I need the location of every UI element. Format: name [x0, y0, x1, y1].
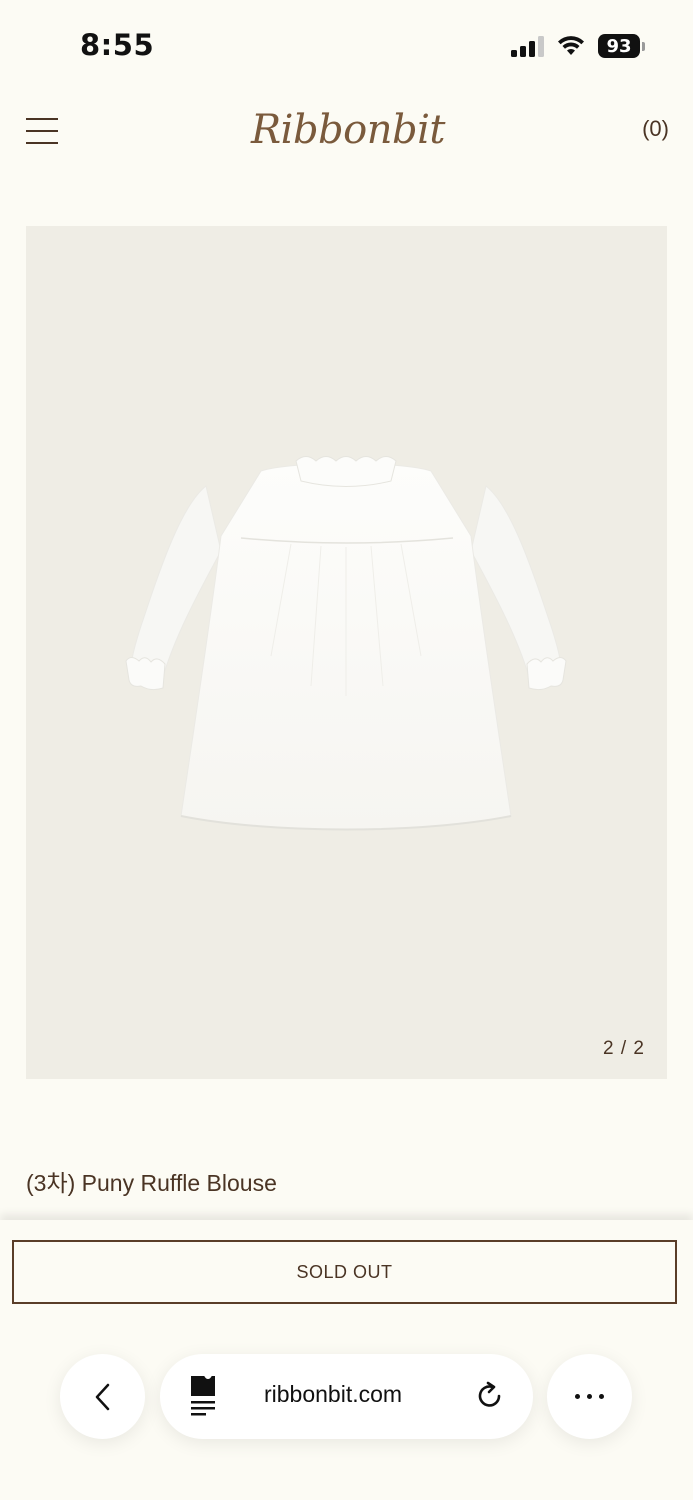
- brand-logo[interactable]: Ribbonbit: [240, 94, 456, 166]
- hamburger-menu-icon: [26, 118, 58, 120]
- battery-icon: 93: [598, 34, 645, 58]
- sold-out-button[interactable]: SOLD OUT: [12, 1240, 677, 1304]
- address-bar[interactable]: ribbonbit.com: [160, 1354, 533, 1439]
- url-text: ribbonbit.com: [264, 1381, 403, 1407]
- more-dots-icon: [575, 1394, 604, 1399]
- cart-link[interactable]: (0): [642, 116, 669, 142]
- cellular-signal-icon: [511, 35, 544, 57]
- site-header: Ribbonbit (0): [0, 92, 693, 182]
- product-title: (3차) Puny Ruffle Blouse: [26, 1170, 277, 1196]
- wifi-icon: [558, 36, 584, 55]
- image-counter: 2 / 2: [603, 1038, 645, 1059]
- status-bar: 8:55 93: [0, 0, 693, 92]
- page-settings-icon[interactable]: [188, 1374, 218, 1418]
- browser-back-button[interactable]: [60, 1354, 145, 1439]
- sticky-purchase-bar: SOLD OUT ribbonbit.com: [0, 1220, 693, 1500]
- product-photo-blouse: [125, 456, 567, 831]
- back-chevron-icon: [95, 1383, 109, 1410]
- status-icons: 93: [511, 33, 645, 59]
- battery-level: 93: [598, 34, 640, 58]
- reload-icon[interactable]: [474, 1380, 506, 1412]
- product-image-gallery[interactable]: 2 / 2: [26, 226, 667, 1079]
- status-time: 8:55: [80, 28, 155, 62]
- browser-more-button[interactable]: [547, 1354, 632, 1439]
- hamburger-menu-button[interactable]: [26, 118, 60, 146]
